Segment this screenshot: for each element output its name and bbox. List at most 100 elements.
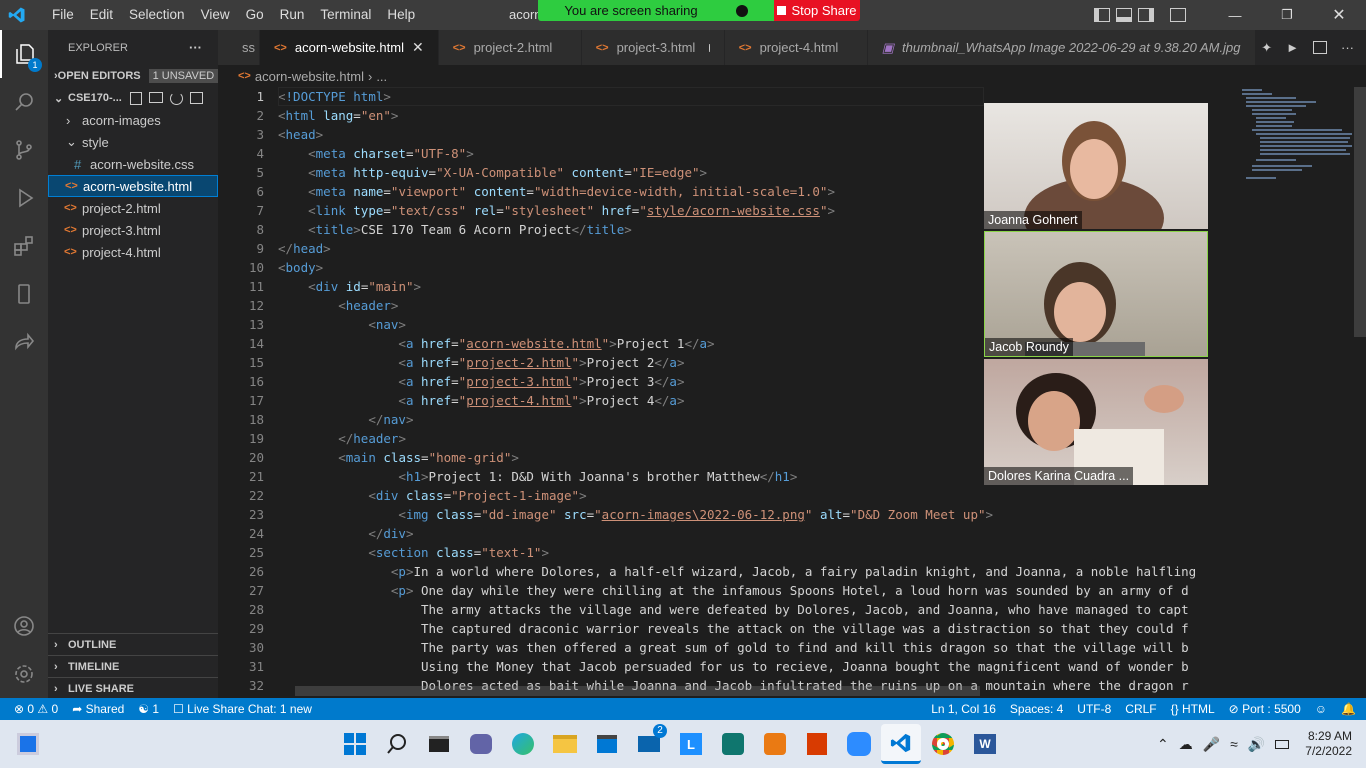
code-line[interactable]: <section class="text-1">	[278, 543, 1232, 562]
tab-thumbnail-image[interactable]: ▣ thumbnail_WhatsApp Image 2022-06-29 at …	[867, 30, 1256, 65]
volume-icon[interactable]: 🔊	[1248, 736, 1265, 753]
tab-acorn-website[interactable]: <> acorn-website.html ✕	[260, 30, 439, 65]
timeline-section[interactable]: › TIMELINE	[48, 655, 218, 677]
orange-app-icon[interactable]	[755, 724, 795, 764]
tab-project-3[interactable]: <> project-3.html	[581, 30, 725, 65]
tree-folder-style[interactable]: ⌄ style	[48, 131, 218, 153]
breadcrumb-rest[interactable]: ...	[376, 69, 387, 84]
task-view-icon[interactable]	[419, 724, 459, 764]
go-live-port[interactable]: ⊘ Port : 5500	[1222, 702, 1308, 716]
start-windows-icon[interactable]	[335, 724, 375, 764]
split-editor-icon[interactable]	[1313, 41, 1327, 54]
end-of-line[interactable]: CRLF	[1118, 702, 1163, 716]
breadcrumb-file[interactable]: acorn-website.html	[255, 69, 364, 84]
tab-project-2[interactable]: <> project-2.html	[438, 30, 582, 65]
restore-button[interactable]: ❐	[1264, 7, 1310, 23]
microsoft-store-icon[interactable]	[587, 724, 627, 764]
code-line[interactable]: <div class="Project-1-image">	[278, 486, 1232, 505]
tree-file-project-2[interactable]: <> project-2.html	[48, 197, 218, 219]
code-line[interactable]: </div>	[278, 524, 1232, 543]
menu-item-file[interactable]: File	[44, 0, 82, 30]
code-line[interactable]: <p> One day while they were chilling at …	[278, 581, 1232, 600]
wifi-icon[interactable]: ≈	[1230, 736, 1238, 752]
code-line[interactable]: The captured draconic warrior reveals th…	[278, 619, 1232, 638]
l-app-icon[interactable]: L	[671, 724, 711, 764]
extensions-icon[interactable]	[0, 222, 48, 270]
outline-section[interactable]: › OUTLINE	[48, 633, 218, 655]
stop-share-button[interactable]: Stop Share	[774, 0, 860, 21]
code-line[interactable]: <p>In a world where Dolores, a half-elf …	[278, 562, 1232, 581]
refresh-icon[interactable]	[169, 91, 183, 105]
chevron-up-icon[interactable]: ⌃	[1157, 736, 1169, 753]
search-icon[interactable]	[0, 78, 48, 126]
menu-item-run[interactable]: Run	[272, 0, 313, 30]
source-control-icon[interactable]	[0, 126, 48, 174]
tree-file-css[interactable]: # acorn-website.css	[48, 153, 218, 175]
vscode-taskbar-icon[interactable]	[881, 724, 921, 764]
language-mode[interactable]: {} HTML	[1164, 702, 1222, 716]
problems-indicator[interactable]: ⊗ 0 ⚠ 0	[0, 702, 65, 716]
explorer-icon[interactable]: 1	[0, 30, 48, 78]
code-line[interactable]: The party was then offered a great sum o…	[278, 638, 1232, 657]
menu-item-selection[interactable]: Selection	[121, 0, 193, 30]
taskbar-search-icon[interactable]	[377, 724, 417, 764]
menu-item-go[interactable]: Go	[238, 0, 272, 30]
menu-item-terminal[interactable]: Terminal	[312, 0, 379, 30]
audio-icon[interactable]: ►	[1286, 40, 1299, 55]
live-share-chat[interactable]: ☐ Live Share Chat: 1 new	[166, 702, 319, 716]
layout-icon[interactable]	[1170, 8, 1186, 22]
toggle-secondary-sidebar-icon[interactable]	[1138, 8, 1154, 22]
more-actions-icon[interactable]: ···	[1341, 40, 1354, 55]
live-share-status[interactable]: ➦ Shared	[65, 702, 131, 716]
toggle-sidebar-icon[interactable]	[1094, 8, 1110, 22]
encoding[interactable]: UTF-8	[1070, 702, 1118, 716]
new-folder-icon[interactable]	[148, 91, 163, 103]
office-icon[interactable]	[797, 724, 837, 764]
minimap[interactable]	[1232, 87, 1354, 698]
onedrive-cloud-icon[interactable]: ☁	[1179, 736, 1193, 753]
mail-icon[interactable]: 2	[629, 724, 669, 764]
menu-item-view[interactable]: View	[193, 0, 238, 30]
tab-partial[interactable]: ss	[218, 30, 260, 65]
live-share-icon[interactable]	[0, 318, 48, 366]
notifications-bell-icon[interactable]: 🔔	[1334, 702, 1366, 716]
menu-item-edit[interactable]: Edit	[82, 0, 121, 30]
file-explorer-icon[interactable]	[545, 724, 585, 764]
battery-icon[interactable]	[1275, 739, 1290, 749]
new-file-icon[interactable]	[129, 91, 142, 105]
followers-indicator[interactable]: ☯ 1	[131, 702, 166, 716]
teal-app-icon[interactable]	[713, 724, 753, 764]
pin-icon[interactable]: ✦	[1261, 40, 1272, 56]
clock[interactable]: 8:29 AM 7/2/2022	[1305, 729, 1352, 759]
code-line[interactable]: The army attacks the village and were de…	[278, 600, 1232, 619]
cursor-position[interactable]: Ln 1, Col 16	[924, 702, 1003, 716]
code-line[interactable]: <img class="dd-image" src="acorn-images\…	[278, 505, 1232, 524]
tree-file-project-4[interactable]: <> project-4.html	[48, 241, 218, 263]
run-debug-icon[interactable]	[0, 174, 48, 222]
vertical-scrollbar[interactable]	[1354, 87, 1366, 337]
zoom-icon[interactable]	[839, 724, 879, 764]
microphone-icon[interactable]: 🎤	[1203, 736, 1220, 753]
close-tab-icon[interactable]: ✕	[412, 39, 424, 56]
remote-explorer-icon[interactable]	[0, 270, 48, 318]
tab-project-4[interactable]: <> project-4.html	[724, 30, 868, 65]
more-actions-icon[interactable]: ···	[189, 40, 202, 55]
feedback-icon[interactable]: ☺	[1308, 702, 1334, 716]
code-line[interactable]: Using the Money that Jacob persuaded for…	[278, 657, 1232, 676]
toggle-panel-icon[interactable]	[1116, 8, 1132, 22]
accounts-icon[interactable]	[0, 602, 48, 650]
tree-folder-acorn-images[interactable]: › acorn-images	[48, 109, 218, 131]
open-editors-section[interactable]: › OPEN EDITORS 1 UNSAVED	[48, 65, 219, 87]
word-icon[interactable]: W	[965, 724, 1005, 764]
horizontal-scrollbar[interactable]	[295, 686, 980, 696]
close-window-button[interactable]: ✕	[1316, 5, 1362, 25]
menu-item-help[interactable]: Help	[379, 0, 423, 30]
collapse-all-icon[interactable]	[189, 91, 203, 104]
tree-file-project-3[interactable]: <> project-3.html	[48, 219, 218, 241]
tree-file-acorn-website[interactable]: <> acorn-website.html	[48, 175, 218, 197]
widgets-icon[interactable]	[8, 724, 48, 764]
indentation[interactable]: Spaces: 4	[1003, 702, 1070, 716]
settings-gear-icon[interactable]	[0, 650, 48, 698]
folder-header[interactable]: ⌄ CSE170-...	[48, 87, 218, 109]
minimize-button[interactable]: —	[1212, 8, 1258, 23]
